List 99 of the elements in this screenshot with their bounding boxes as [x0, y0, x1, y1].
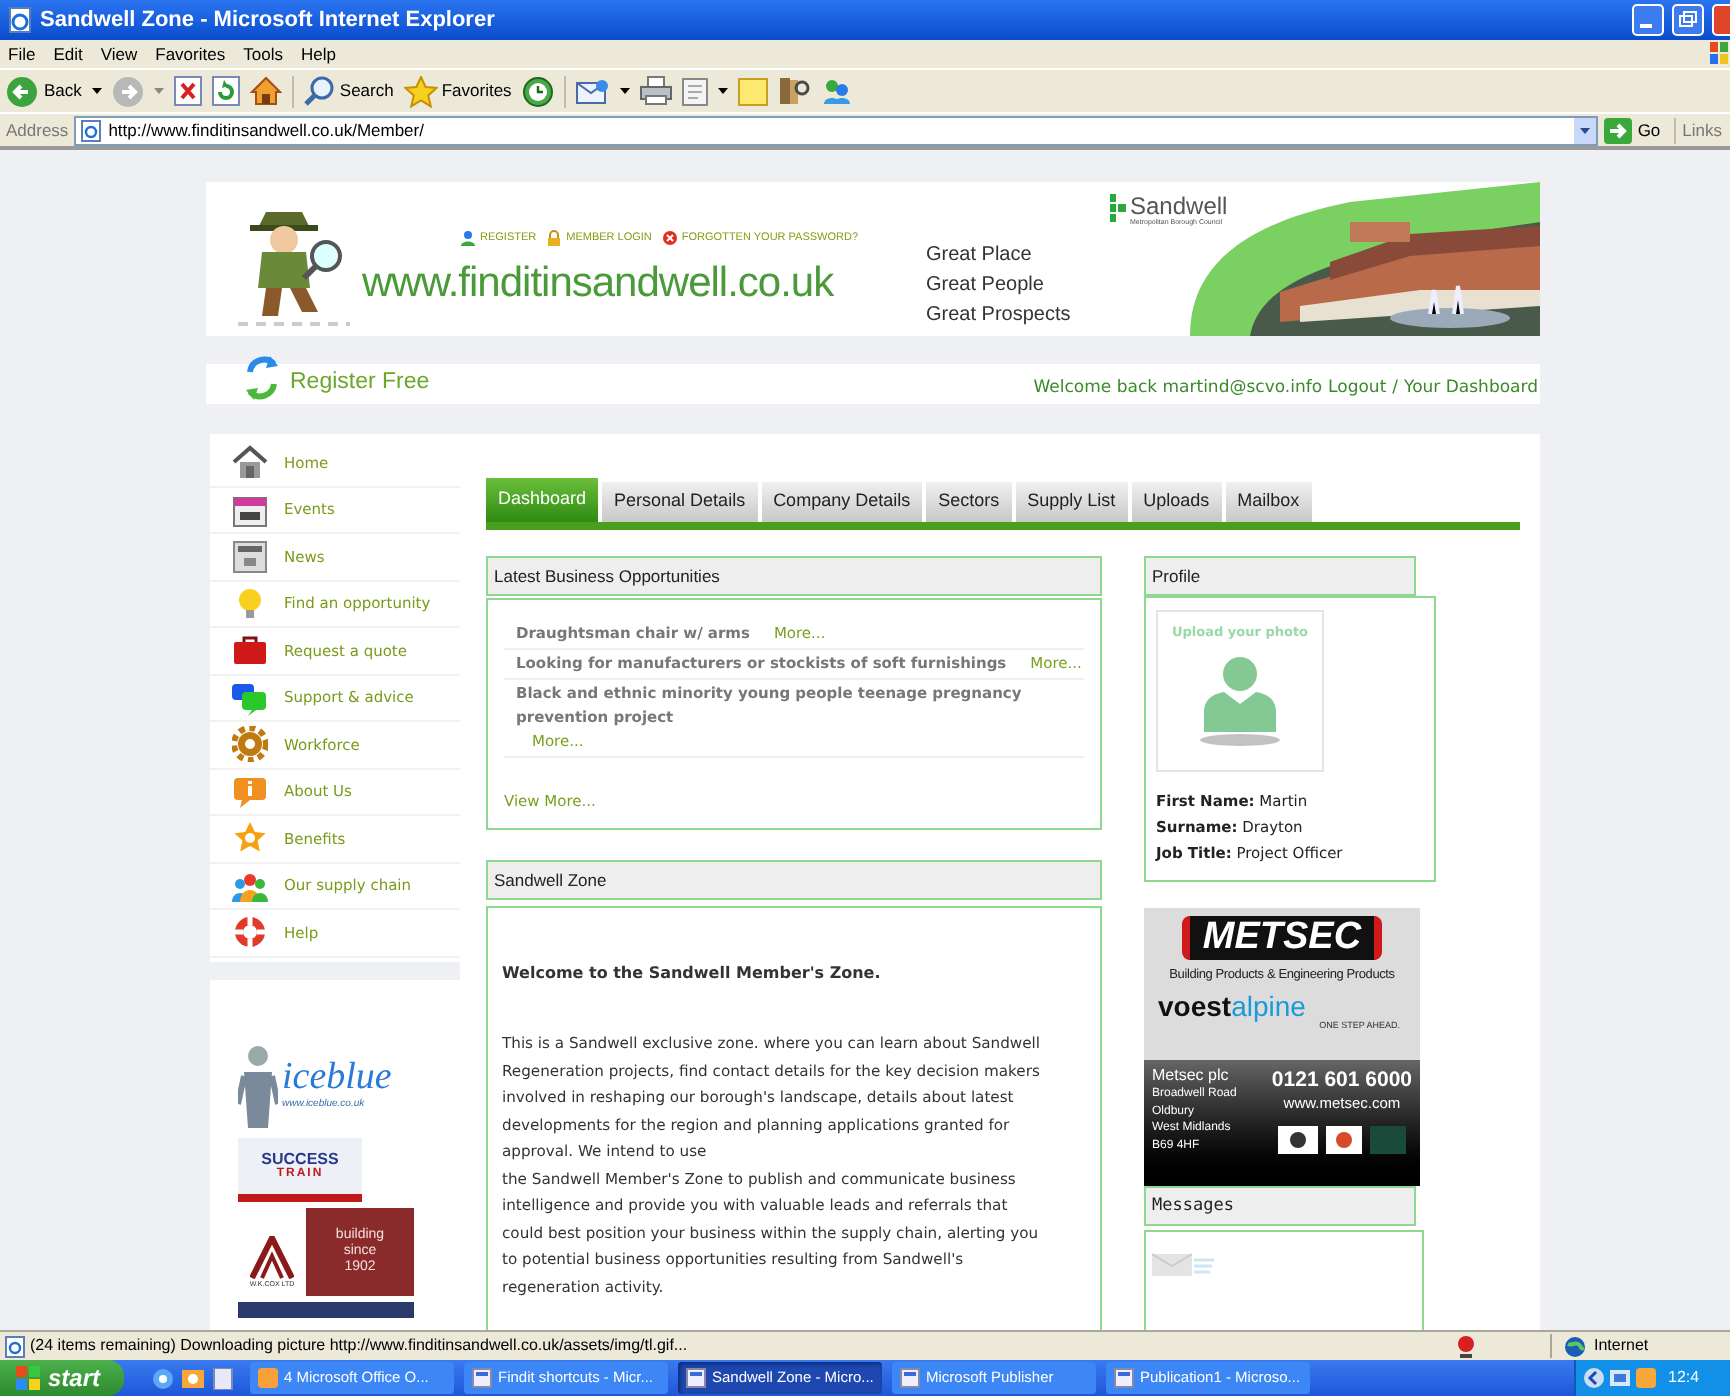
welcome-heading: Welcome to the Sandwell Member's Zone.: [502, 962, 883, 986]
clock-text: 12:4: [1668, 1366, 1700, 1390]
tagline: Great Place: [926, 242, 1034, 270]
tab[interactable]: Personal Details: [602, 482, 758, 522]
address-label: Address: [6, 117, 69, 143]
menu-item[interactable]: Favorites: [155, 41, 226, 67]
advert-text: voest: [1158, 989, 1232, 1022]
menu-item[interactable]: Edit: [53, 41, 83, 67]
dashboard-link[interactable]: Your Dashboard: [1404, 376, 1538, 402]
search-icon: [303, 75, 336, 107]
envelope-icon: [1152, 1252, 1216, 1278]
section-header: Messages: [1144, 1186, 1416, 1226]
zone-text: Internet: [1594, 1334, 1649, 1358]
advert-text: Metsec plc: [1152, 1066, 1231, 1086]
advert-brand: METSEC: [1182, 916, 1382, 960]
tab[interactable]: Company Details: [761, 482, 923, 522]
back-button[interactable]: Back: [6, 73, 82, 109]
menu-item[interactable]: Tools: [243, 41, 283, 67]
sync-arrows-icon: [242, 354, 282, 402]
section-header: Profile: [1144, 556, 1416, 596]
briefcase-icon: [232, 632, 268, 669]
menu-item[interactable]: Help: [300, 41, 336, 67]
figure-drawing: [238, 1043, 278, 1127]
caret-icon[interactable]: [717, 87, 728, 95]
site-logo-text: www.finditinsandwell.co.uk: [362, 262, 836, 304]
newspaper-icon: [232, 538, 268, 575]
status-text: (24 items remaining) Downloading picture http://www.finditinsandwell.co.uk/assets/img/tl.gif...: [30, 1334, 688, 1358]
section-header: Latest Business Opportunities: [486, 556, 1102, 596]
page-icon: [80, 119, 103, 141]
advert-brand: iceblue: [282, 1057, 392, 1098]
register-free-link[interactable]: Register Free: [290, 366, 430, 402]
close-icon: [661, 229, 678, 246]
windows-logo-icon: [1710, 42, 1730, 66]
tab[interactable]: Dashboard: [486, 478, 599, 522]
tab[interactable]: Uploads: [1131, 482, 1222, 522]
chevron-logo-icon: [250, 1236, 294, 1281]
windows-logo-icon: [16, 1366, 40, 1390]
caret-icon[interactable]: [91, 87, 102, 95]
window-icon: [1114, 1368, 1134, 1388]
refresh-icon[interactable]: [211, 76, 240, 106]
window-icon: [900, 1368, 920, 1388]
go-button[interactable]: Go: [1603, 117, 1661, 143]
browser-icon[interactable]: [152, 1367, 174, 1389]
info-bubble-icon: [232, 773, 268, 810]
tagline: Great People: [926, 272, 1046, 300]
history-icon[interactable]: [521, 75, 554, 107]
person-icon: [460, 229, 476, 246]
links-button[interactable]: Links: [1682, 117, 1722, 143]
certification-logos-icon: [1277, 1126, 1406, 1154]
mail-icon[interactable]: [575, 77, 610, 105]
logout-link[interactable]: Logout: [1328, 376, 1387, 402]
printer-icon[interactable]: [639, 76, 672, 106]
globe-icon: [1564, 1335, 1586, 1357]
calendar-icon: [232, 491, 268, 528]
window-icon: [686, 1368, 706, 1388]
expand-tray-icon[interactable]: [1584, 1368, 1604, 1388]
favorites-button[interactable]: Favorites: [403, 73, 512, 109]
advert-text: alpine: [1231, 989, 1306, 1022]
section-header: Sandwell Zone: [486, 860, 1102, 900]
speech-bubbles-icon: [232, 679, 268, 716]
people-icon[interactable]: [819, 76, 852, 106]
network-icon[interactable]: [1610, 1368, 1630, 1388]
tab[interactable]: Supply List: [1015, 482, 1128, 522]
tab[interactable]: Sectors: [926, 482, 1012, 522]
start-button[interactable]: start: [0, 1360, 124, 1396]
search-button[interactable]: Search: [303, 73, 394, 109]
maximize-button[interactable]: [1672, 4, 1704, 36]
page-icon: [4, 1335, 26, 1357]
gear-icon: [232, 726, 268, 763]
books-icon[interactable]: [777, 76, 810, 106]
media-icon[interactable]: [182, 1367, 204, 1389]
folder-icon: [258, 1368, 278, 1388]
security-icon: [1454, 1334, 1478, 1358]
close-button[interactable]: [1712, 4, 1730, 36]
address-field[interactable]: http://www.finditinsandwell.co.uk/Member/: [74, 115, 1598, 145]
welcome-text: Welcome back martind@scvo.info: [1033, 376, 1323, 402]
document-icon[interactable]: [681, 77, 708, 105]
home-icon[interactable]: [249, 76, 282, 106]
page-icon: [6, 6, 34, 34]
caret-icon[interactable]: [619, 87, 630, 95]
stop-icon[interactable]: [173, 76, 202, 106]
window-icon: [472, 1368, 492, 1388]
tagline: Great Prospects: [926, 302, 1073, 330]
desktop-icon[interactable]: [212, 1367, 234, 1389]
minimize-button[interactable]: [1632, 4, 1664, 36]
menu-item[interactable]: File: [8, 41, 36, 67]
advert-text: SUCCESS: [261, 1149, 339, 1167]
advert-text: 0121 601 6000: [1271, 1066, 1412, 1094]
council-name: Sandwell: [1130, 194, 1228, 218]
tab[interactable]: Mailbox: [1225, 482, 1312, 522]
padlock-icon: [546, 229, 563, 246]
menu-item[interactable]: View: [100, 41, 138, 67]
person-silhouette-icon: [1196, 651, 1284, 748]
separator-text: /: [1392, 376, 1399, 402]
star-icon: [232, 820, 268, 857]
window-title: Sandwell Zone - Microsoft Internet Explorer: [40, 5, 495, 36]
house-icon: [232, 444, 268, 481]
star-icon: [403, 75, 438, 107]
lifebuoy-icon: [232, 914, 268, 951]
